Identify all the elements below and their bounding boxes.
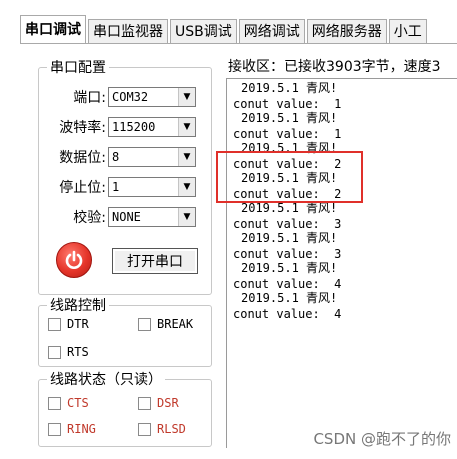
receive-line: 2019.5.1 青风!: [241, 81, 338, 95]
receive-area-title: 接收区：已接收3903字节，速度3: [228, 59, 441, 75]
baud-select[interactable]: 115200 ▼: [108, 117, 196, 137]
port-select[interactable]: COM32 ▼: [108, 87, 196, 107]
dsr-indicator: DSR: [138, 396, 179, 410]
port-label: 端口:: [73, 90, 106, 106]
cts-label: CTS: [67, 396, 89, 410]
receive-textarea[interactable]: 2019.5.1 青风! conut value: 1 2019.5.1 青风!…: [226, 78, 457, 448]
parity-row: 校验: NONE ▼: [40, 207, 196, 227]
receive-line: 2019.5.1 青风!: [241, 111, 338, 125]
checkbox-icon[interactable]: [138, 317, 151, 331]
ring-indicator: RING: [48, 422, 96, 436]
checkbox-icon: [48, 396, 61, 410]
chevron-down-icon[interactable]: ▼: [178, 148, 195, 166]
ring-label: RING: [67, 422, 96, 436]
receive-line: conut value: 4: [233, 277, 342, 291]
dtr-checkbox[interactable]: DTR: [48, 317, 89, 331]
cts-indicator: CTS: [48, 396, 89, 410]
line-control-title: 线路控制: [50, 298, 106, 314]
port-value: COM32: [112, 90, 149, 104]
tab-small-tools[interactable]: 小工: [388, 19, 427, 44]
watermark: CSDN @跑不了的你: [313, 430, 451, 448]
break-label: BREAK: [157, 317, 194, 331]
dsr-label: DSR: [157, 396, 179, 410]
checkbox-icon[interactable]: [48, 317, 61, 331]
baud-value: 115200: [112, 120, 156, 134]
tab-serial-debug[interactable]: 串口调试: [20, 15, 86, 44]
chevron-down-icon[interactable]: ▼: [178, 88, 195, 106]
parity-value: NONE: [112, 210, 141, 224]
data-bits-value: 8: [112, 150, 120, 164]
highlight-box: [216, 151, 363, 203]
rlsd-label: RLSD: [157, 422, 186, 436]
checkbox-icon: [138, 422, 151, 436]
receive-line: conut value: 1: [233, 97, 342, 111]
receive-line: 2019.5.1 青风!: [241, 201, 338, 215]
data-bits-select[interactable]: 8 ▼: [108, 147, 196, 167]
chevron-down-icon[interactable]: ▼: [178, 178, 195, 196]
break-checkbox[interactable]: BREAK: [138, 317, 193, 331]
tab-strip: 串口调试 串口监视器 USB调试 网络调试 网络服务器 小工: [20, 14, 457, 44]
parity-label: 校验:: [73, 210, 106, 226]
power-symbol: [65, 250, 83, 269]
baud-row: 波特率: 115200 ▼: [40, 117, 196, 137]
data-bits-label: 数据位:: [59, 150, 106, 166]
receive-line: conut value: 4: [233, 307, 342, 321]
checkbox-icon[interactable]: [48, 345, 61, 359]
line-status-title: 线路状态（只读）: [50, 372, 162, 388]
power-icon[interactable]: [56, 242, 92, 278]
receive-line: conut value: 3: [233, 247, 342, 261]
rlsd-indicator: RLSD: [138, 422, 186, 436]
chevron-down-icon[interactable]: ▼: [178, 208, 195, 226]
serial-config-title: 串口配置: [50, 60, 106, 76]
receive-line: 2019.5.1 青风!: [241, 261, 338, 275]
tab-network-debug[interactable]: 网络调试: [238, 19, 305, 44]
open-port-button[interactable]: 打开串口: [112, 248, 198, 274]
chevron-down-icon[interactable]: ▼: [178, 118, 195, 136]
checkbox-icon: [138, 396, 151, 410]
stop-bits-value: 1: [112, 180, 120, 194]
tab-network-server[interactable]: 网络服务器: [306, 19, 387, 44]
receive-line: conut value: 3: [233, 217, 342, 231]
port-row: 端口: COM32 ▼: [40, 87, 196, 107]
tab-serial-monitor[interactable]: 串口监视器: [88, 19, 168, 44]
stop-bits-row: 停止位: 1 ▼: [40, 177, 196, 197]
rts-label: RTS: [67, 345, 89, 359]
data-bits-row: 数据位: 8 ▼: [40, 147, 196, 167]
parity-select[interactable]: NONE ▼: [108, 207, 196, 227]
baud-label: 波特率:: [59, 120, 106, 136]
checkbox-icon: [48, 422, 61, 436]
dtr-label: DTR: [67, 317, 89, 331]
serial-debug-window: 串口调试 串口监视器 USB调试 网络调试 网络服务器 小工 串口配置 端口: …: [20, 12, 457, 448]
stop-bits-label: 停止位:: [59, 180, 106, 196]
receive-line: conut value: 1: [233, 127, 342, 141]
receive-line: 2019.5.1 青风!: [241, 231, 338, 245]
tab-usb-debug[interactable]: USB调试: [170, 19, 237, 44]
receive-line: 2019.5.1 青风!: [241, 291, 338, 305]
rts-checkbox[interactable]: RTS: [48, 345, 89, 359]
stop-bits-select[interactable]: 1 ▼: [108, 177, 196, 197]
